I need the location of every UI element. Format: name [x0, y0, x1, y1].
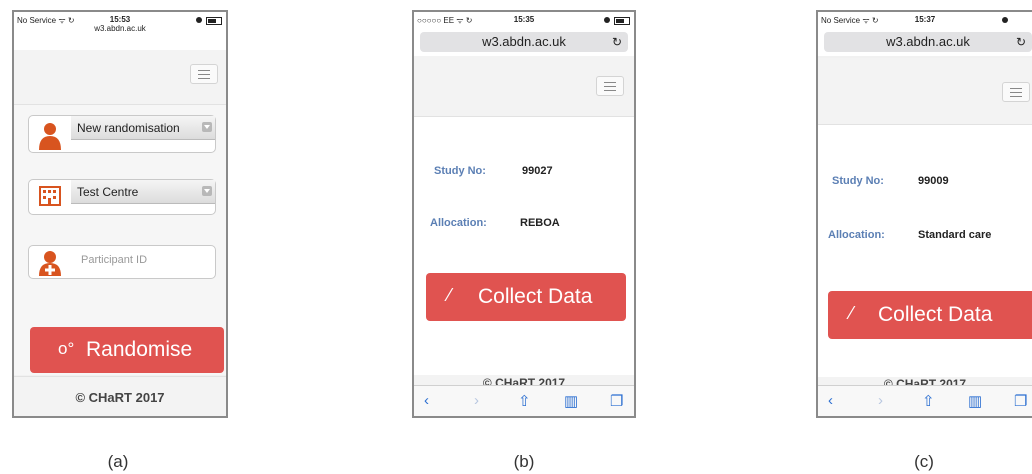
hamburger-icon[interactable] [1002, 82, 1030, 102]
hamburger-icon[interactable] [190, 64, 218, 84]
result-area: Study No: 99009 Allocation: Standard car… [818, 125, 1032, 377]
reload-icon[interactable]: ↻ [1016, 32, 1026, 52]
clock: 15:53 [109, 15, 131, 24]
moon-icon [604, 17, 610, 23]
share-icon[interactable]: ⇧ [922, 392, 935, 410]
bookmarks-icon[interactable]: ▥ [564, 392, 578, 410]
reload-icon[interactable]: ↻ [612, 32, 622, 52]
allocation-label: Allocation: [430, 217, 487, 229]
study-number-value: 99027 [522, 165, 553, 177]
allocation-value: REBOA [520, 217, 560, 229]
phone-screen-b: ○○○○○ EE ᯤ ↻ 15:35 w3.abdn.ac.uk ↻ Study… [412, 10, 636, 418]
battery-icon [614, 17, 630, 25]
clock: 15:37 [914, 15, 936, 24]
pencil-icon: ⁄ [850, 303, 854, 323]
chevron-down-icon [202, 122, 212, 132]
back-icon[interactable]: ‹ [828, 392, 833, 409]
centre-select-value[interactable]: Test Centre [71, 180, 215, 204]
phone-screen-a: No Service ᯤ ↻ 15:53 w3.abdn.ac.uk New r… [12, 10, 228, 418]
gears-icon: o° [58, 339, 75, 358]
randomisation-select-value[interactable]: New randomisation [71, 116, 215, 140]
study-number-label: Study No: [832, 175, 884, 187]
collect-data-button[interactable]: ⁄ Collect Data [426, 273, 626, 321]
navbar [14, 50, 226, 105]
hamburger-icon[interactable] [596, 76, 624, 96]
moon-icon [196, 17, 202, 23]
chevron-down-icon [202, 186, 212, 196]
back-icon[interactable]: ‹ [424, 392, 429, 409]
caption-c: (c) [914, 452, 934, 471]
participant-id-placeholder: Participant ID [81, 254, 148, 266]
study-number-value: 99009 [918, 175, 949, 187]
randomise-button[interactable]: o° Randomise [30, 327, 224, 373]
allocation-value: Standard care [918, 229, 992, 241]
building-icon [29, 180, 71, 208]
person-add-icon [29, 246, 71, 276]
participant-id-field[interactable]: Participant ID [28, 245, 216, 279]
address-bar[interactable]: w3.abdn.ac.uk ↻ [824, 32, 1032, 52]
centre-select[interactable]: Test Centre [28, 179, 216, 215]
status-bar: No Service ᯤ ↻ 15:37 [818, 12, 1032, 30]
address-bar[interactable]: w3.abdn.ac.uk ↻ [420, 32, 628, 52]
status-bar: ○○○○○ EE ᯤ ↻ 15:35 [414, 12, 634, 30]
clock: 15:35 [513, 15, 535, 24]
randomisation-select[interactable]: New randomisation [28, 115, 216, 153]
url-label[interactable]: w3.abdn.ac.uk [14, 24, 226, 33]
tabs-icon[interactable]: ❐ [610, 392, 623, 410]
moon-icon [1002, 17, 1008, 23]
pencil-icon: ⁄ [448, 285, 452, 305]
tabs-icon[interactable]: ❐ [1014, 392, 1027, 410]
browser-toolbar: ‹ › ⇧ ▥ ❐ [414, 385, 634, 416]
caption-b: (b) [513, 452, 535, 471]
allocation-label: Allocation: [828, 229, 885, 241]
phone-screen-c: No Service ᯤ ↻ 15:37 w3.abdn.ac.uk ↻ Stu… [816, 10, 1032, 418]
forward-icon[interactable]: › [474, 392, 479, 409]
share-icon[interactable]: ⇧ [518, 392, 531, 410]
collect-data-button[interactable]: ⁄ Collect Data [828, 291, 1032, 339]
form-area: New randomisation Test Centre Participan… [14, 105, 226, 375]
forward-icon[interactable]: › [878, 392, 883, 409]
study-number-label: Study No: [434, 165, 486, 177]
result-area: Study No: 99027 Allocation: REBOA ⁄ Coll… [414, 117, 634, 375]
browser-toolbar: ‹ › ⇧ ▥ ❐ [818, 385, 1032, 416]
bookmarks-icon[interactable]: ▥ [968, 392, 982, 410]
person-icon [29, 116, 71, 150]
caption-a: (a) [107, 452, 129, 471]
navbar [818, 58, 1032, 125]
navbar [414, 56, 634, 117]
footer: © CHaRT 2017 [14, 376, 226, 416]
